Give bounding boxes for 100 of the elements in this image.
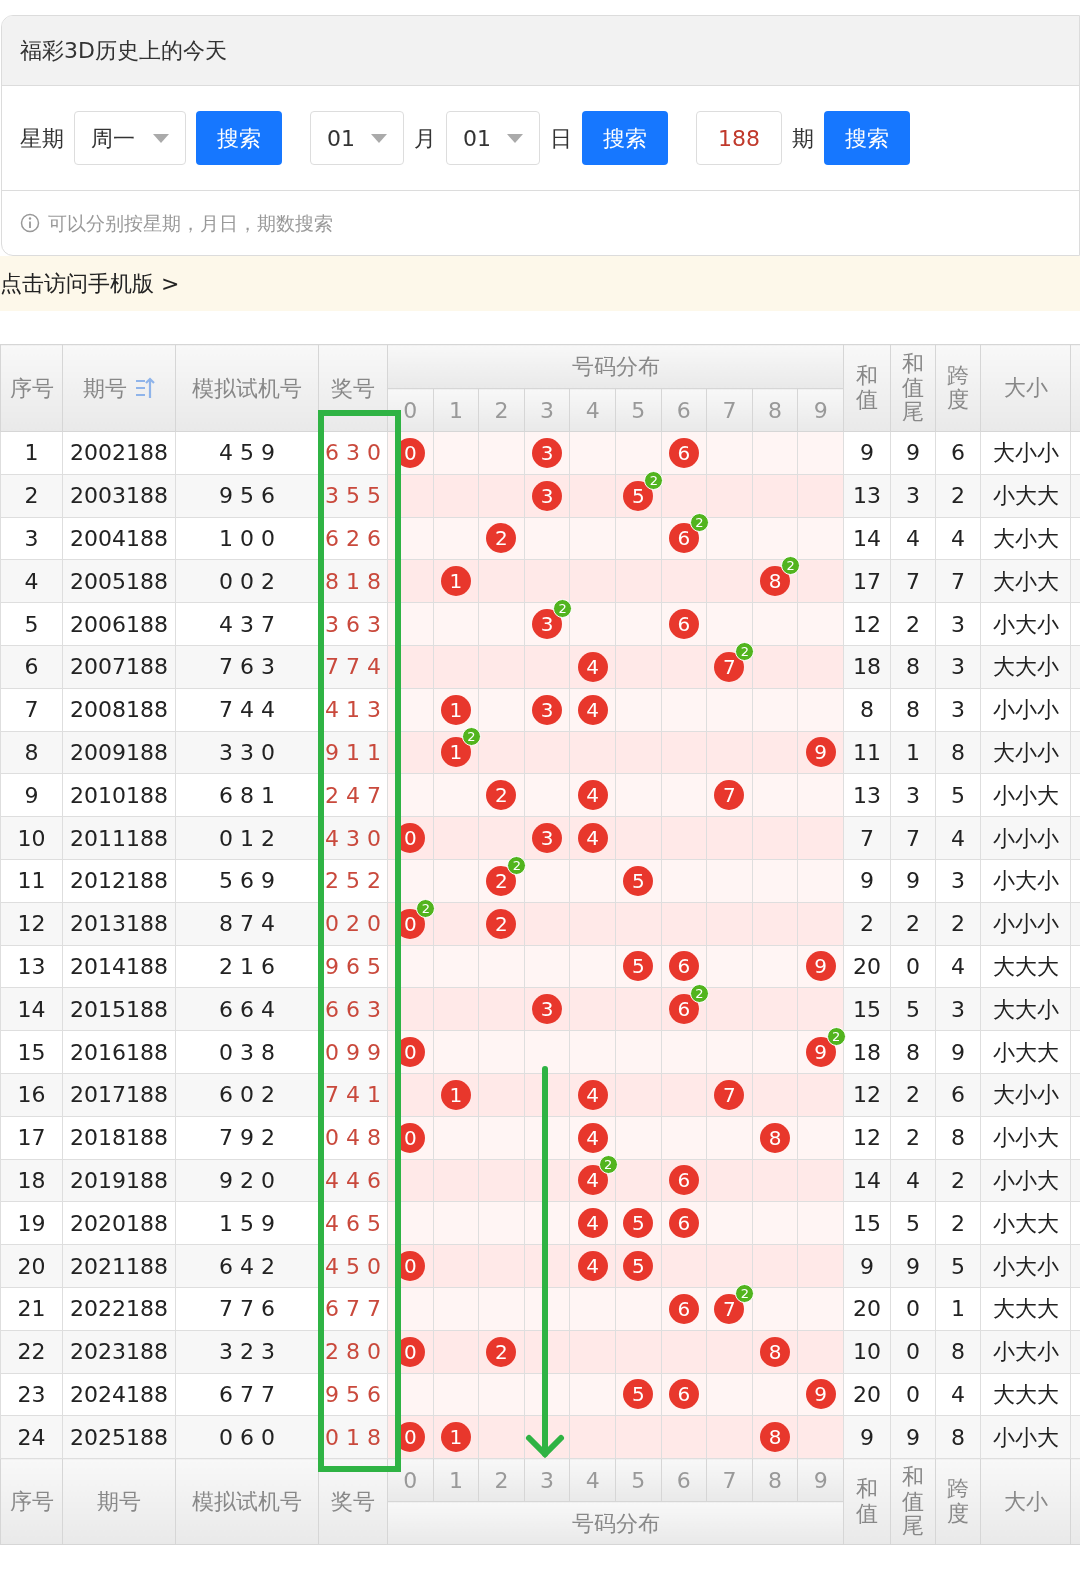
table-cell: 4 5 9 bbox=[175, 431, 319, 475]
table-cell: 大大大 bbox=[980, 945, 1071, 988]
table-cell: 5 bbox=[0, 602, 63, 646]
table-cell: 4 bbox=[890, 1159, 936, 1202]
table-cell: 小大小 bbox=[980, 859, 1071, 903]
table-cell: 12 bbox=[0, 902, 63, 946]
table-cell: 4 bbox=[935, 816, 981, 860]
table-cell: 2020188 bbox=[62, 1201, 176, 1245]
search-button[interactable]: 搜索 bbox=[196, 111, 282, 165]
table-cell: 7 6 3 bbox=[175, 645, 319, 689]
table-cell: 2 bbox=[0, 474, 63, 518]
table-cell: 小小小 bbox=[980, 688, 1071, 732]
table-cell: 2021188 bbox=[62, 1244, 176, 1288]
table-cell: 6 6 4 bbox=[175, 987, 319, 1031]
table-cell: 小小大 bbox=[980, 1116, 1071, 1160]
table-cell: 13 bbox=[0, 945, 63, 988]
table-cell: 2 bbox=[935, 902, 981, 946]
table-cell: 小大大 bbox=[980, 1030, 1071, 1074]
table-cell: 大小大 bbox=[980, 559, 1071, 603]
digit-header: 9 bbox=[797, 388, 844, 432]
table-cell: 2015188 bbox=[62, 987, 176, 1031]
table-cell: 8 bbox=[0, 731, 63, 774]
table-cell: 21 bbox=[0, 1287, 63, 1331]
table-cell: 20 bbox=[843, 1373, 891, 1416]
table-cell: 3 bbox=[935, 987, 981, 1031]
column-footer: 大小 bbox=[980, 1458, 1071, 1545]
weekday-select[interactable]: 周一 bbox=[74, 111, 186, 165]
search-button[interactable]: 搜索 bbox=[824, 111, 910, 165]
table-cell: 9 bbox=[890, 1415, 936, 1459]
sort-icon[interactable] bbox=[135, 376, 155, 399]
table-cell: 小小大 bbox=[980, 1159, 1071, 1202]
column-header[interactable]: 期号 bbox=[62, 344, 176, 432]
table-cell: 8 bbox=[890, 688, 936, 732]
column-header[interactable]: 模拟试机号 bbox=[175, 344, 319, 432]
month-select[interactable]: 01 bbox=[310, 111, 404, 165]
table-cell: 3 bbox=[935, 645, 981, 689]
caret-icon bbox=[371, 133, 387, 143]
table-cell: 2014188 bbox=[62, 945, 176, 988]
table-cell: 大大大 bbox=[980, 1287, 1071, 1331]
table-cell: 6 bbox=[0, 645, 63, 689]
column-footer: 模拟试机号 bbox=[175, 1458, 319, 1545]
table-cell: 20 bbox=[843, 1287, 891, 1331]
table-cell: 小大小 bbox=[980, 1244, 1071, 1288]
table-cell: 12 bbox=[843, 1116, 891, 1160]
table-cell: 0 bbox=[890, 945, 936, 988]
table-cell: 0 bbox=[890, 1330, 936, 1374]
digit-footer: 3 bbox=[524, 1458, 570, 1502]
digit-footer: 2 bbox=[478, 1458, 525, 1502]
table-cell: 0 bbox=[890, 1287, 936, 1331]
table-cell: 7 bbox=[890, 816, 936, 860]
hint-text: 可以分别按星期，月日，期数搜索 bbox=[48, 210, 333, 236]
table-cell: 3 3 0 bbox=[175, 731, 319, 774]
table-cell: 13 bbox=[843, 773, 891, 817]
digit-footer: 7 bbox=[706, 1458, 753, 1502]
day-select[interactable]: 01 bbox=[446, 111, 540, 165]
table-cell: 2007188 bbox=[62, 645, 176, 689]
column-header: 和值 bbox=[843, 344, 891, 432]
table-cell: 小小小 bbox=[980, 816, 1071, 860]
table-cell: 2 1 6 bbox=[175, 945, 319, 988]
table-cell: 24 bbox=[0, 1415, 63, 1459]
table-cell: 3 2 3 bbox=[175, 1330, 319, 1374]
column-header[interactable]: 序号 bbox=[0, 344, 63, 432]
table-cell: 2024188 bbox=[62, 1373, 176, 1416]
table-cell: 23 bbox=[0, 1373, 63, 1416]
table-cell: 6 7 7 bbox=[175, 1373, 319, 1416]
table-cell: 8 bbox=[935, 1116, 981, 1160]
table-cell: 2018188 bbox=[62, 1116, 176, 1160]
table-cell: 17 bbox=[843, 559, 891, 603]
table-cell: 20 bbox=[843, 945, 891, 988]
table-cell: 0 3 8 bbox=[175, 1030, 319, 1074]
table-cell: 15 bbox=[843, 1201, 891, 1245]
mobile-link[interactable]: 点击访问手机版 > bbox=[0, 267, 180, 300]
table-cell: 大小小 bbox=[980, 1073, 1071, 1117]
digit-header: 1 bbox=[433, 388, 479, 432]
table-cell: 2006188 bbox=[62, 602, 176, 646]
table-cell: 2023188 bbox=[62, 1330, 176, 1374]
table-cell: 2025188 bbox=[62, 1415, 176, 1459]
table-cell: 2003188 bbox=[62, 474, 176, 518]
table-cell: 大大小 bbox=[980, 645, 1071, 689]
table-cell: 8 bbox=[890, 645, 936, 689]
digit-footer: 6 bbox=[661, 1458, 707, 1502]
table-cell: 1 bbox=[890, 731, 936, 774]
caret-icon bbox=[153, 133, 169, 143]
table-cell: 6 bbox=[935, 431, 981, 475]
table-cell: 12 bbox=[843, 602, 891, 646]
search-button[interactable]: 搜索 bbox=[582, 111, 668, 165]
table-cell: 11 bbox=[843, 731, 891, 774]
column-footer: 序号 bbox=[0, 1458, 63, 1545]
table-cell: 12 bbox=[843, 1073, 891, 1117]
table-cell: 18 bbox=[0, 1159, 63, 1202]
table-cell: 大大大 bbox=[980, 1373, 1071, 1416]
table-cell: 18 bbox=[843, 1030, 891, 1074]
table-cell: 3 bbox=[935, 688, 981, 732]
table-cell: 9 2 0 bbox=[175, 1159, 319, 1202]
table-cell: 13 bbox=[843, 474, 891, 518]
table-cell: 9 bbox=[843, 431, 891, 475]
table-cell: 7 bbox=[935, 559, 981, 603]
table-cell: 6 0 2 bbox=[175, 1073, 319, 1117]
issue-field[interactable]: 188 bbox=[696, 111, 782, 165]
table-cell: 3 bbox=[890, 773, 936, 817]
